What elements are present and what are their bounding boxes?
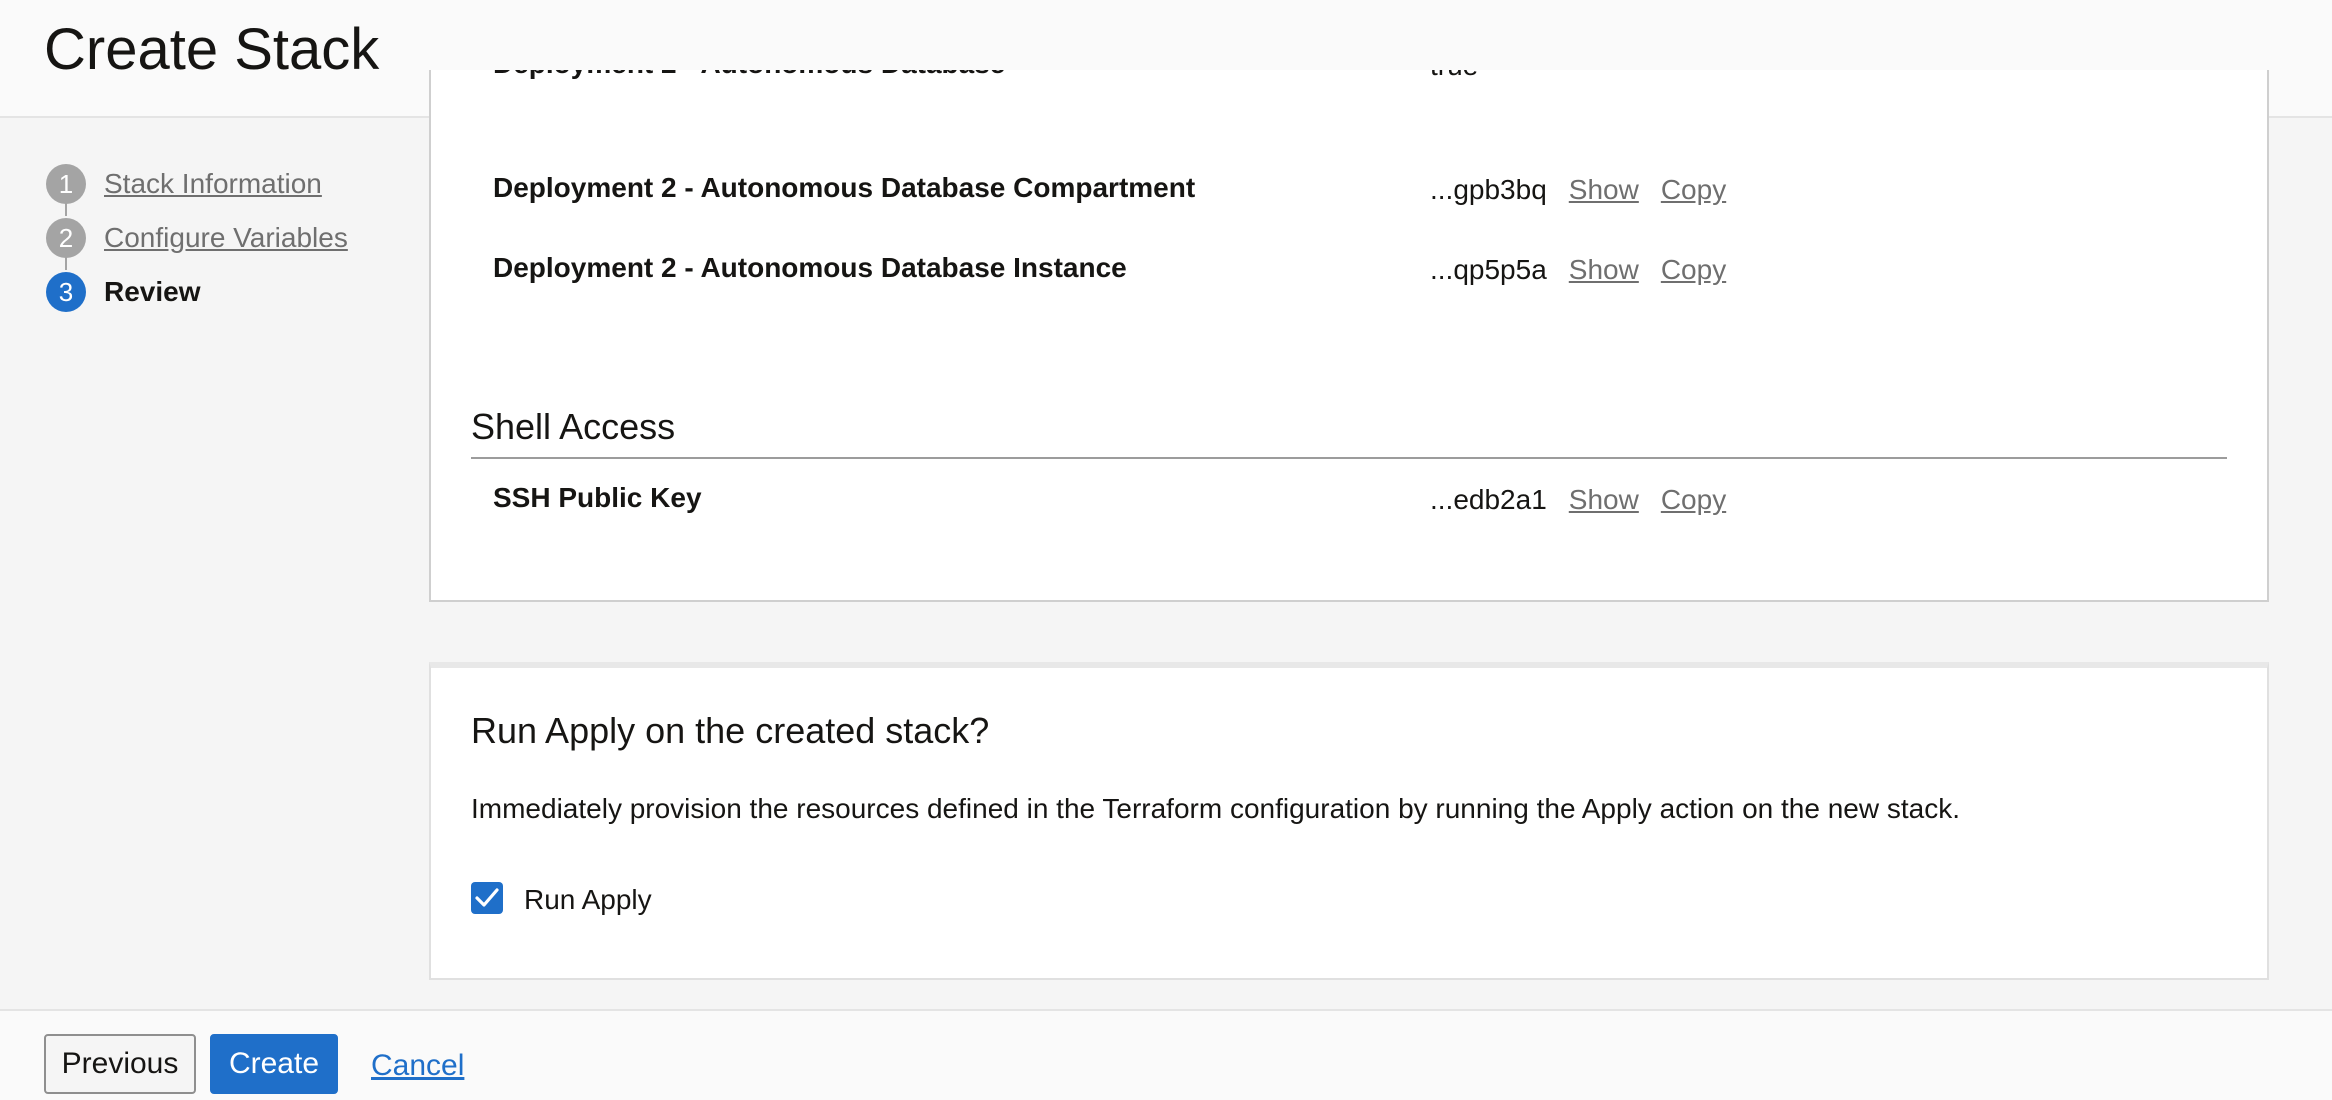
review-row: Deployment 2 - Autonomous Database Compa… bbox=[493, 172, 2193, 212]
step-label: Review bbox=[104, 276, 201, 307]
step-stack-information[interactable]: 1 Stack Information bbox=[46, 162, 322, 206]
step-number: 3 bbox=[46, 272, 86, 312]
create-button[interactable]: Create bbox=[210, 1034, 338, 1094]
section-title-shell-access: Shell Access bbox=[471, 406, 676, 447]
review-value: true bbox=[1430, 70, 1478, 82]
review-key: Deployment 2 - Autonomous Database bbox=[493, 70, 1005, 80]
review-value: ...qp5p5a bbox=[1430, 254, 1547, 285]
run-apply-card: Run Apply on the created stack? Immediat… bbox=[429, 662, 2269, 980]
cancel-link[interactable]: Cancel bbox=[371, 1049, 464, 1083]
run-apply-checkbox-label[interactable]: Run Apply bbox=[524, 884, 652, 916]
run-apply-description: Immediately provision the resources defi… bbox=[471, 793, 1960, 824]
copy-link[interactable]: Copy bbox=[1661, 174, 1726, 206]
step-number: 2 bbox=[46, 218, 86, 258]
show-link[interactable]: Show bbox=[1569, 174, 1639, 206]
step-label[interactable]: Configure Variables bbox=[104, 222, 348, 254]
previous-button[interactable]: Previous bbox=[44, 1034, 196, 1094]
show-link[interactable]: Show bbox=[1569, 484, 1639, 516]
review-row-partial: Deployment 2 - Autonomous Database true bbox=[493, 70, 2193, 130]
review-value-group: ...gpb3bq Show Copy bbox=[1430, 174, 1726, 206]
review-value: ...edb2a1 bbox=[1430, 484, 1547, 515]
review-row: SSH Public Key ...edb2a1 Show Copy bbox=[493, 482, 2193, 522]
review-card: Deployment 2 - Autonomous Database true … bbox=[429, 70, 2269, 602]
copy-link[interactable]: Copy bbox=[1661, 484, 1726, 516]
review-key: Deployment 2 - Autonomous Database Insta… bbox=[493, 252, 1127, 283]
review-key: SSH Public Key bbox=[493, 482, 702, 513]
section-divider bbox=[471, 457, 2227, 459]
step-label[interactable]: Stack Information bbox=[104, 168, 322, 200]
page-title: Create Stack bbox=[44, 17, 380, 82]
checkmark-icon bbox=[475, 888, 499, 907]
review-row: Deployment 2 - Autonomous Database Insta… bbox=[493, 252, 2193, 292]
step-configure-variables[interactable]: 2 Configure Variables bbox=[46, 216, 348, 260]
run-apply-checkbox[interactable] bbox=[471, 882, 503, 914]
show-link[interactable]: Show bbox=[1569, 254, 1639, 286]
review-value: ...gpb3bq bbox=[1430, 174, 1547, 205]
step-number: 1 bbox=[46, 164, 86, 204]
review-value-group: ...edb2a1 Show Copy bbox=[1430, 484, 1726, 516]
copy-link[interactable]: Copy bbox=[1661, 254, 1726, 286]
run-apply-title: Run Apply on the created stack? bbox=[471, 710, 990, 751]
step-review: 3 Review bbox=[46, 270, 201, 314]
review-key: Deployment 2 - Autonomous Database Compa… bbox=[493, 172, 1196, 203]
review-value-group: ...qp5p5a Show Copy bbox=[1430, 254, 1726, 286]
page-footer: Previous Create Cancel bbox=[0, 1009, 2332, 1100]
